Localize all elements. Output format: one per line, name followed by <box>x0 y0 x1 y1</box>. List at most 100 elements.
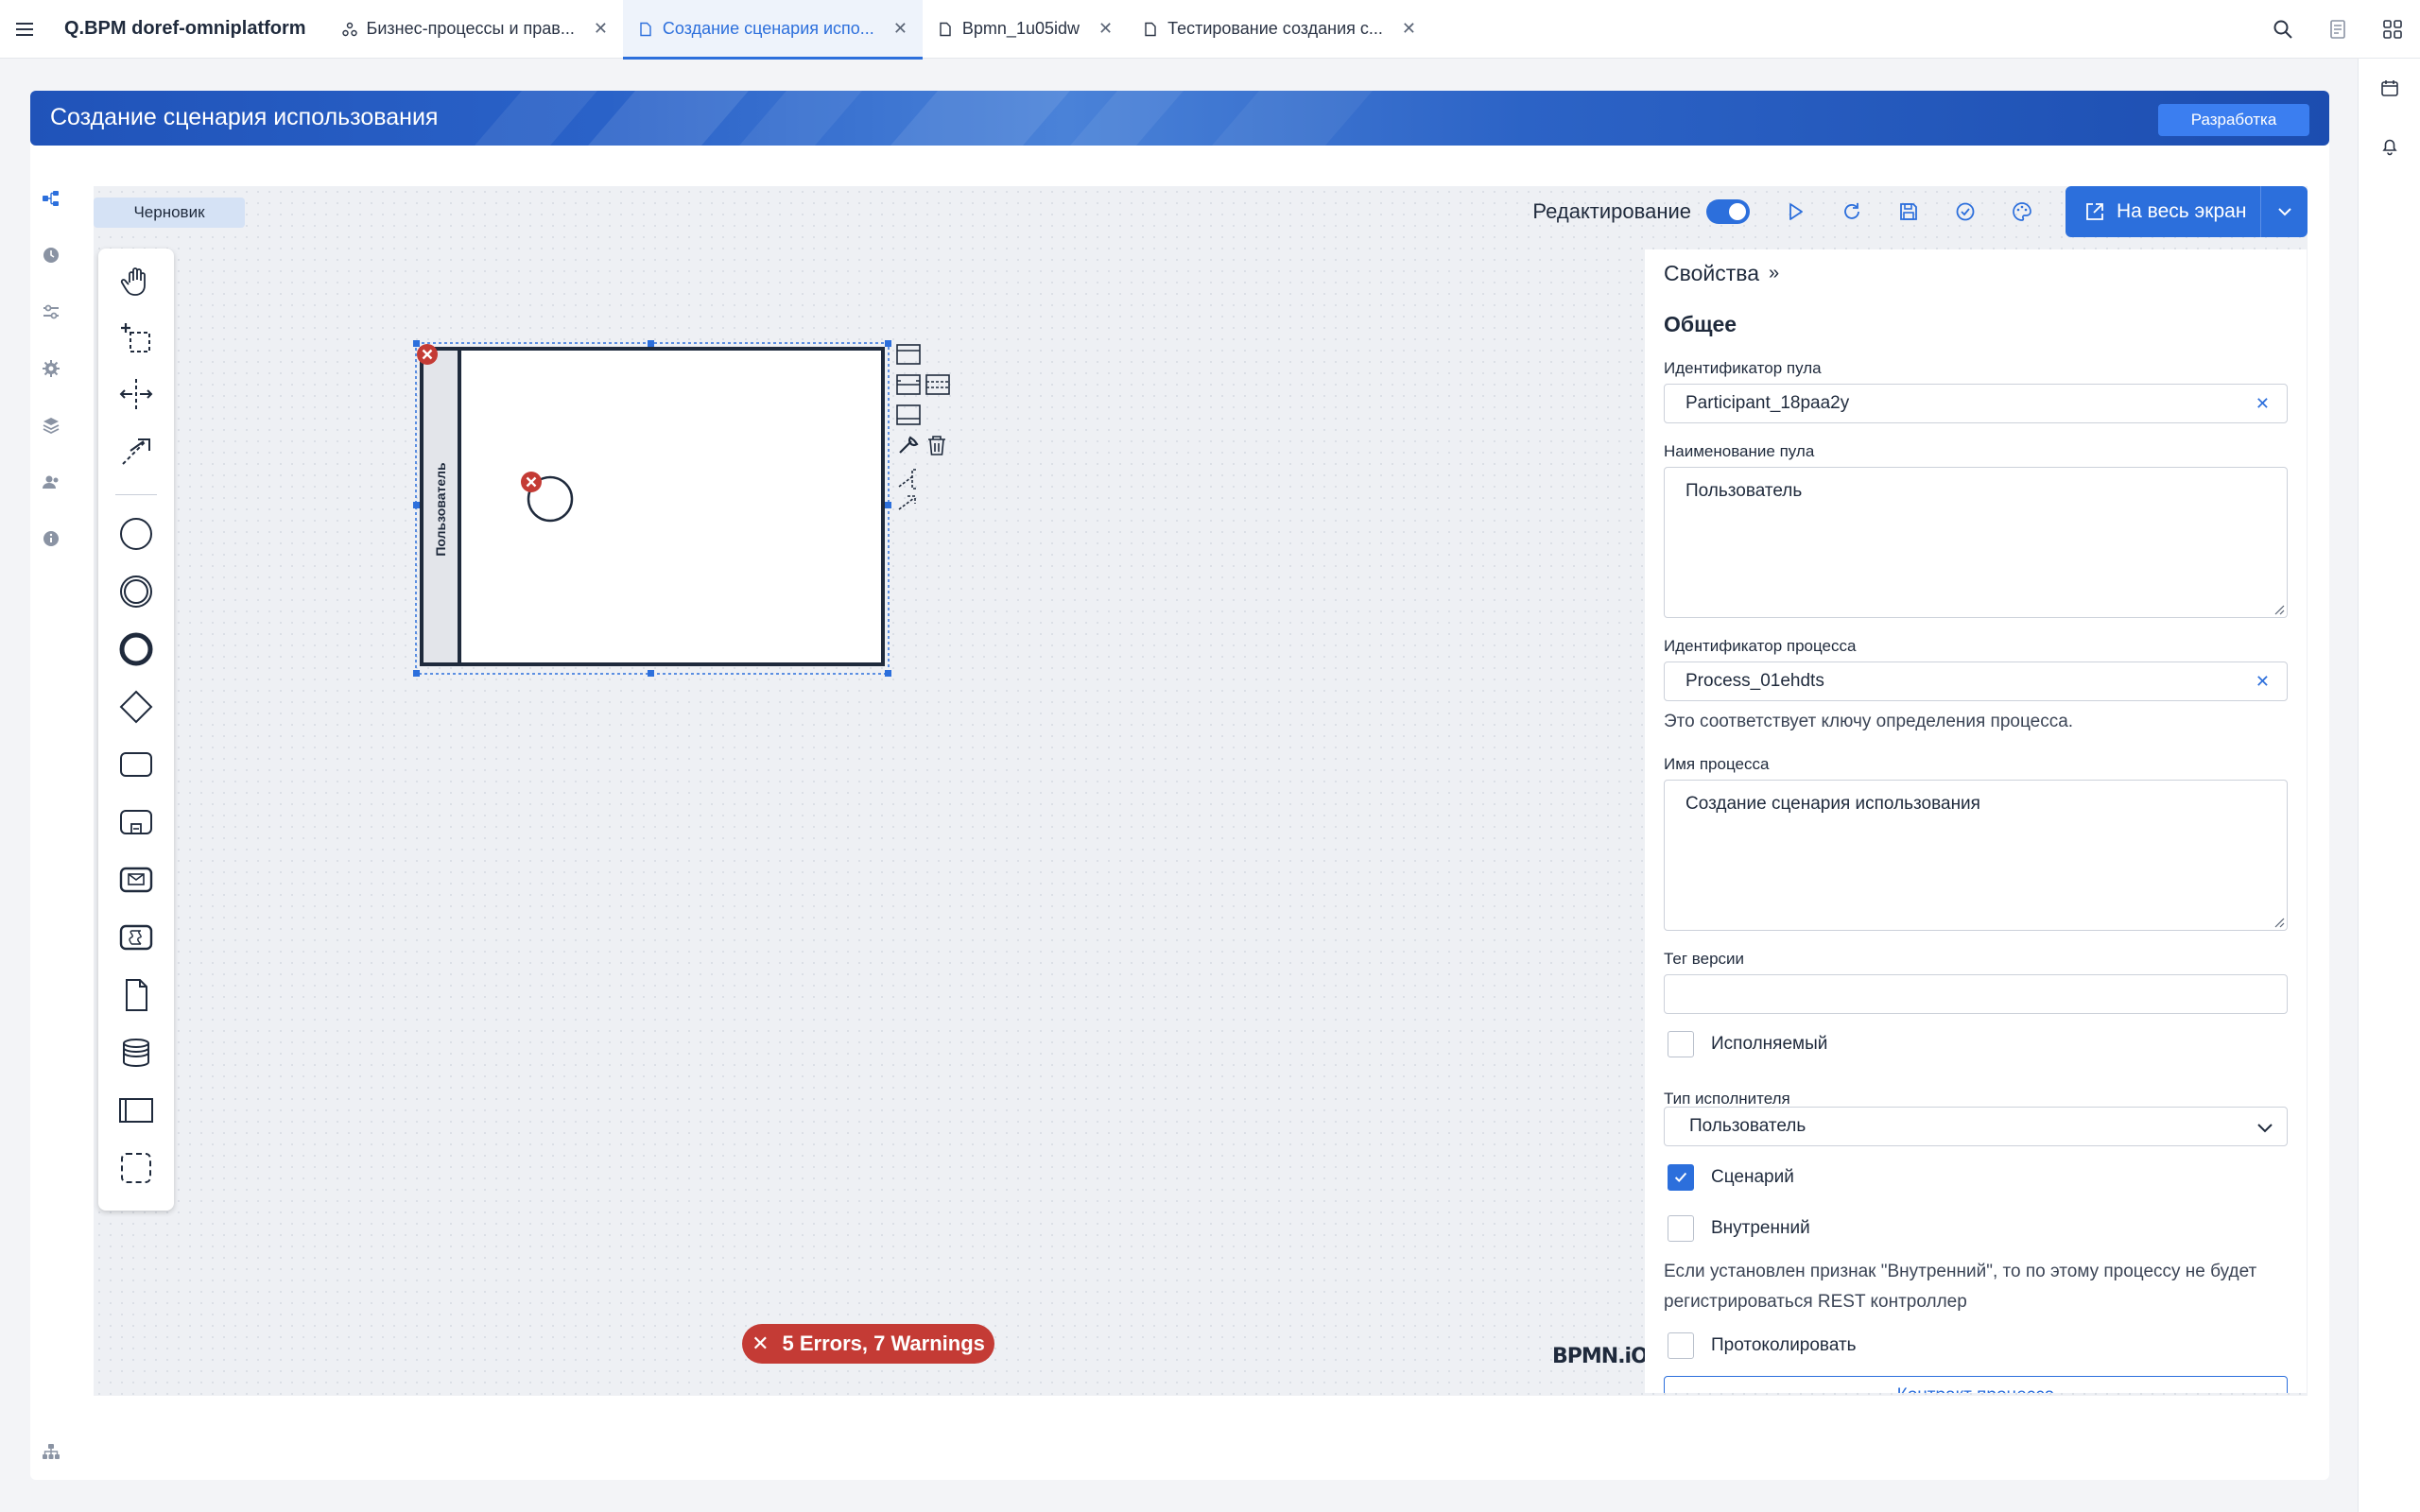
tab-business-processes[interactable]: Бизнес-процессы и прав... ✕ <box>327 0 623 59</box>
document-icon <box>640 22 651 36</box>
scenario-checkbox[interactable]: Сценарий <box>1668 1164 1794 1191</box>
data-store-icon[interactable] <box>98 1026 174 1079</box>
process-name-textarea[interactable]: Создание сценария использования <box>1664 780 2288 931</box>
log-checkbox[interactable]: Протоколировать <box>1668 1332 1857 1359</box>
fullscreen-dropdown[interactable] <box>2260 186 2308 237</box>
wrench-icon <box>899 436 919 454</box>
process-id-input[interactable]: Process_01ehdts ✕ <box>1664 662 2288 701</box>
gear-icon[interactable] <box>30 340 72 397</box>
validate-button[interactable] <box>1937 186 1994 237</box>
checkbox-box[interactable] <box>1668 1031 1694 1057</box>
clear-icon[interactable]: ✕ <box>2256 672 2270 692</box>
start-event-icon[interactable] <box>98 507 174 560</box>
lint-errors-pill[interactable]: ✕ 5 Errors, 7 Warnings <box>742 1324 994 1364</box>
tab-bpmn[interactable]: Bpmn_1u05idw ✕ <box>923 0 1128 59</box>
tab-label: Тестирование создания с... <box>1167 19 1383 38</box>
double-chevron-right-icon[interactable]: » <box>1769 263 1779 284</box>
layers-icon[interactable] <box>30 397 72 454</box>
error-marker-icon <box>417 344 438 365</box>
pool-shape <box>420 347 885 666</box>
tool-palette <box>98 249 174 1211</box>
editor-toolbar: Редактирование На весь экран <box>1532 186 2308 237</box>
bpmn-io-logo[interactable]: BPMN.iO <box>1552 1345 1649 1368</box>
clear-icon[interactable]: ✕ <box>2256 394 2270 414</box>
close-icon: ✕ <box>752 1332 769 1355</box>
check-circle-icon <box>1956 202 1975 221</box>
calendar-icon[interactable] <box>2359 59 2420 117</box>
script-task-icon[interactable] <box>98 911 174 964</box>
close-icon[interactable]: ✕ <box>893 19 908 39</box>
error-marker-icon <box>521 472 542 492</box>
sitemap-icon[interactable] <box>30 1423 72 1480</box>
checkbox-box[interactable] <box>1668 1164 1694 1191</box>
message-task-icon[interactable] <box>98 853 174 906</box>
palette-separator <box>115 494 157 495</box>
diagram-icon[interactable] <box>30 170 72 227</box>
checkbox-box[interactable] <box>1668 1332 1694 1359</box>
version-tag-input[interactable] <box>1664 974 2288 1014</box>
tab-label: Bpmn_1u05idw <box>961 19 1080 38</box>
bpmn-diagram[interactable]: Пользователь <box>406 337 1029 687</box>
page-banner: Создание сценария использования Разработ… <box>30 91 2329 146</box>
data-object-icon[interactable] <box>98 969 174 1022</box>
close-icon[interactable]: ✕ <box>594 19 608 39</box>
pool-id-input[interactable]: Participant_18paa2y ✕ <box>1664 384 2288 423</box>
process-id-label: Идентификатор процесса <box>1664 637 1857 655</box>
tab-create-scenario[interactable]: Создание сценария испо... ✕ <box>622 0 923 60</box>
group-icon[interactable] <box>98 1142 174 1194</box>
palette-button[interactable] <box>1994 186 2050 237</box>
connect-icon <box>898 495 916 510</box>
executable-checkbox[interactable]: Исполняемый <box>1668 1031 1827 1057</box>
task-icon[interactable] <box>98 738 174 791</box>
text-annotation-icon <box>898 469 916 490</box>
history-icon[interactable] <box>30 227 72 284</box>
internal-checkbox[interactable]: Внутренний <box>1668 1215 1810 1242</box>
process-contract-button[interactable]: Контракт процесса <box>1664 1376 2288 1393</box>
tab-testing[interactable]: Тестирование создания с... ✕ <box>1128 0 1431 59</box>
intermediate-event-icon[interactable] <box>98 565 174 618</box>
pool-icon[interactable] <box>98 1084 174 1137</box>
context-pad <box>896 344 950 510</box>
lasso-tool-icon[interactable] <box>98 311 174 364</box>
space-tool-icon[interactable] <box>98 368 174 421</box>
search-icon[interactable] <box>2256 0 2310 59</box>
environment-badge[interactable]: Разработка <box>2158 104 2309 136</box>
sliders-icon[interactable] <box>30 284 72 340</box>
refresh-button[interactable] <box>1824 186 1880 237</box>
checkbox-box[interactable] <box>1668 1215 1694 1242</box>
errors-text: 5 Errors, 7 Warnings <box>782 1332 985 1355</box>
app-title[interactable]: Q.BPM doref-omniplatform <box>49 18 327 40</box>
fullscreen-main[interactable]: На весь экран <box>2066 200 2260 223</box>
performer-type-label: Тип исполнителя <box>1664 1090 1790 1108</box>
bell-icon[interactable] <box>2359 117 2420 176</box>
resize-grip-icon[interactable] <box>2272 602 2285 615</box>
apps-grid-icon[interactable] <box>2365 0 2420 59</box>
gateway-icon[interactable] <box>98 680 174 733</box>
add-lane-above-icon <box>896 344 921 365</box>
users-icon[interactable] <box>30 454 72 510</box>
process-tree-icon <box>341 22 357 36</box>
info-icon[interactable] <box>30 510 72 567</box>
global-connect-tool-icon[interactable] <box>98 424 174 477</box>
scenario-label: Сценарий <box>1711 1167 1794 1187</box>
performer-type-select[interactable]: Пользователь <box>1664 1107 2288 1146</box>
executable-label: Исполняемый <box>1711 1034 1828 1054</box>
process-id-hint: Это соответствует ключу определения проц… <box>1664 712 2074 731</box>
play-button[interactable] <box>1767 186 1824 237</box>
hand-tool-icon[interactable] <box>98 254 174 307</box>
close-icon[interactable]: ✕ <box>1402 19 1416 39</box>
close-icon[interactable]: ✕ <box>1098 19 1113 39</box>
end-event-icon[interactable] <box>98 623 174 676</box>
pool-id-label: Идентификатор пула <box>1664 359 1822 377</box>
pool-name-label: Наименование пула <box>1664 442 1815 460</box>
edit-mode-toggle[interactable] <box>1706 199 1750 224</box>
resize-grip-icon[interactable] <box>2272 915 2285 928</box>
pool-name-textarea[interactable]: Пользователь <box>1664 467 2288 618</box>
notes-icon[interactable] <box>2310 0 2365 59</box>
menu-icon[interactable] <box>0 0 49 59</box>
subprocess-icon[interactable] <box>98 796 174 849</box>
fullscreen-button[interactable]: На весь экран <box>2066 186 2308 237</box>
process-name-value: Создание сценария использования <box>1685 794 1980 814</box>
properties-header[interactable]: Свойства » <box>1664 261 1779 286</box>
save-button[interactable] <box>1880 186 1937 237</box>
